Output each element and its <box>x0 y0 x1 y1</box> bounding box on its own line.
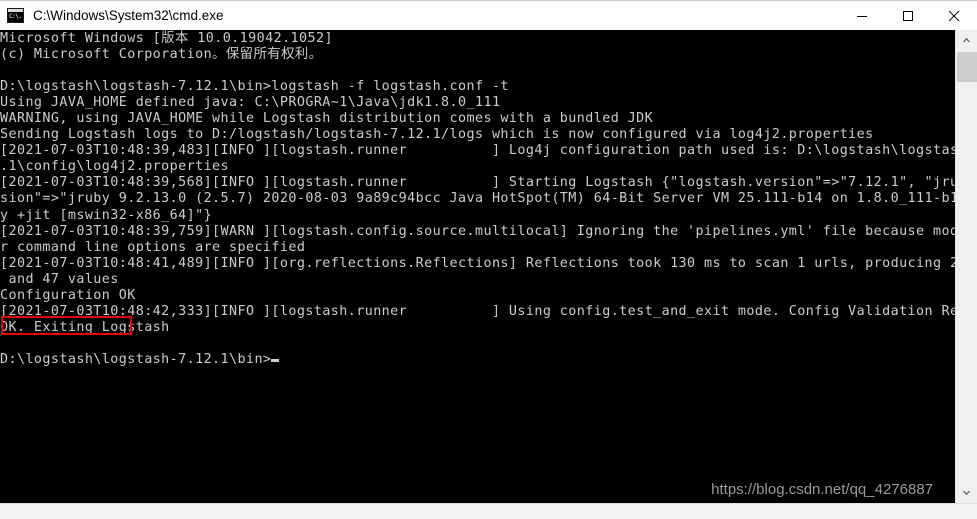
console-output-area[interactable]: Microsoft Windows [版本 10.0.19042.1052] (… <box>0 30 955 503</box>
scrollbar-thumb[interactable] <box>957 52 977 82</box>
cmd-window: C:\. C:\Windows\System32\cmd.exe Microso… <box>0 0 977 519</box>
minimize-button[interactable] <box>839 1 885 31</box>
scrollbar-up-button[interactable] <box>956 30 977 51</box>
maximize-button[interactable] <box>885 1 931 31</box>
chevron-up-icon <box>963 37 970 43</box>
desktop-bottom-strip <box>0 503 977 519</box>
window-titlebar[interactable]: C:\. C:\Windows\System32\cmd.exe <box>0 0 977 30</box>
window-controls <box>839 1 977 31</box>
cmd-console-icon: C:\. <box>7 8 24 23</box>
chevron-down-icon <box>963 490 970 496</box>
cmd-icon-prompt-text: C:\. <box>9 13 22 20</box>
scrollbar-down-button[interactable] <box>956 482 977 503</box>
titlebar-left-group: C:\. C:\Windows\System32\cmd.exe <box>0 8 839 23</box>
close-button[interactable] <box>931 1 977 31</box>
scrollbar-track[interactable] <box>957 82 977 482</box>
text-cursor <box>271 358 280 362</box>
console-text: Microsoft Windows [版本 10.0.19042.1052] (… <box>0 31 955 367</box>
window-title: C:\Windows\System32\cmd.exe <box>33 8 224 23</box>
vertical-scrollbar[interactable] <box>955 30 977 503</box>
minimize-icon <box>857 15 867 17</box>
watermark-text: https://blog.csdn.net/qq_4276887 <box>711 481 933 498</box>
maximize-icon <box>903 10 913 21</box>
close-icon <box>948 10 960 21</box>
